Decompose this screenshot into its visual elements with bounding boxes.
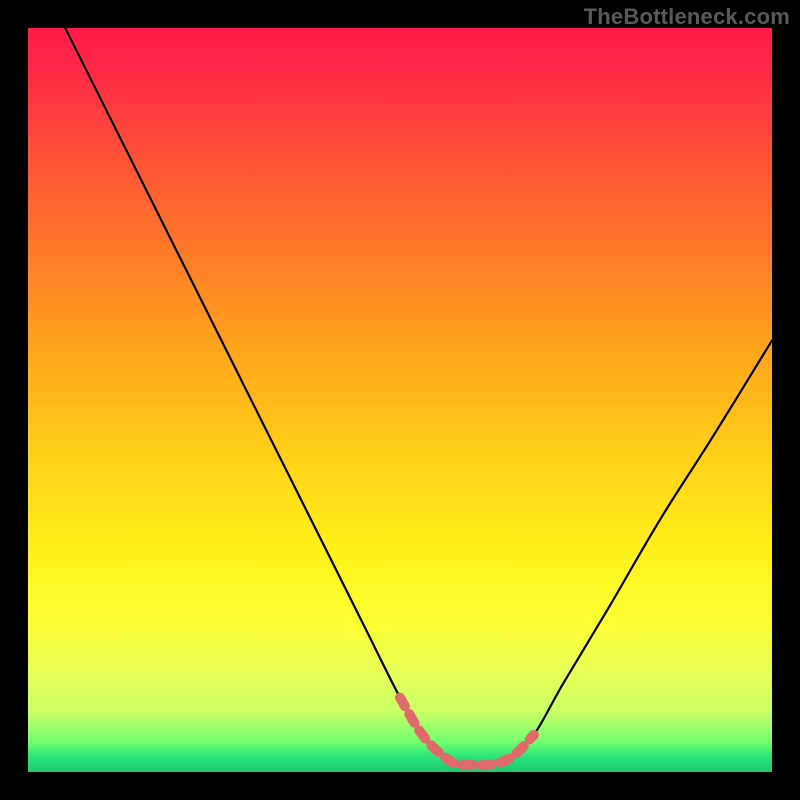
bottleneck-curve (65, 28, 772, 765)
chart-svg (28, 28, 772, 772)
plot-area (28, 28, 772, 772)
chart-frame: TheBottleneck.com (0, 0, 800, 800)
optimal-range-highlight (400, 698, 534, 766)
watermark-text: TheBottleneck.com (584, 4, 790, 30)
